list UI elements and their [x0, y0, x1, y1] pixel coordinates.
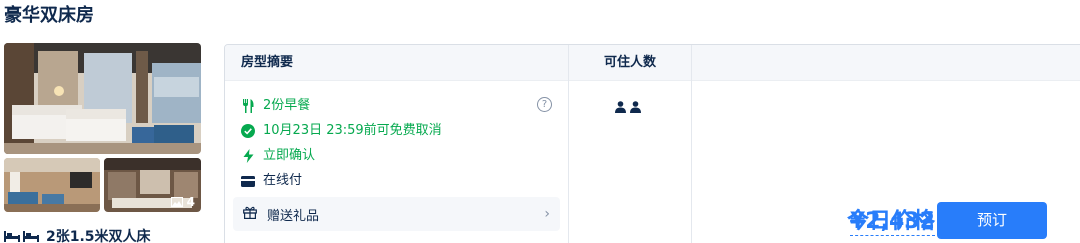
bed-icon	[4, 231, 39, 242]
photo-count: 4	[170, 195, 195, 209]
header-room-summary: 房型摘要	[241, 55, 294, 70]
feature-text: 2份早餐	[263, 98, 311, 113]
feature-text: 10月23日 23:59前可免费取消	[263, 123, 442, 138]
guest-capacity	[615, 101, 641, 113]
person-icon	[630, 101, 641, 113]
gift-icon	[243, 206, 257, 223]
room-title: 豪华双床房	[4, 5, 94, 26]
rate-table: 房型摘要 可住人数 今日价格 2份早餐 10月23日 23:59前可免费取消 立…	[224, 44, 1080, 243]
room-main-photo[interactable]	[4, 43, 201, 154]
bed-info: 2张1.5米双人床	[4, 226, 151, 243]
feature-pay-online: 在线付	[241, 172, 302, 190]
gift-label: 赠送礼品	[267, 208, 320, 224]
room-card: 豪华双床房 4 2张1.5米双人床 房型摘要 可住人数 今日价格 2份早餐 10…	[0, 0, 1080, 243]
credit-card-icon	[241, 174, 255, 188]
feature-instant-confirm: 立即确认	[241, 147, 315, 165]
column-divider	[691, 45, 692, 243]
check-circle-icon	[241, 124, 255, 138]
image-icon	[170, 197, 183, 207]
room-thumbnail-1[interactable]	[4, 158, 100, 212]
room-price[interactable]: ¥2,432	[850, 209, 935, 236]
bed-description: 2张1.5米双人床	[46, 229, 151, 243]
help-icon[interactable]: ?	[537, 97, 552, 112]
column-divider	[568, 45, 569, 243]
table-header: 房型摘要 可住人数 今日价格	[225, 45, 1080, 234]
person-icon	[615, 101, 626, 113]
gift-row[interactable]: 赠送礼品 ›	[233, 197, 560, 231]
photo-count-value: 4	[186, 195, 195, 209]
feature-breakfast: 2份早餐	[241, 97, 310, 115]
thumbnail-image	[4, 158, 100, 212]
room-photo-image	[4, 43, 201, 154]
feature-text: 在线付	[263, 173, 303, 188]
feature-text: 立即确认	[263, 148, 316, 163]
feature-free-cancellation: 10月23日 23:59前可免费取消	[241, 122, 442, 140]
lightning-icon	[241, 149, 255, 163]
chevron-right-icon: ›	[544, 206, 550, 222]
book-button[interactable]: 预订	[937, 202, 1047, 239]
header-occupancy: 可住人数	[603, 55, 656, 70]
utensils-icon	[241, 99, 255, 113]
room-thumbnail-2[interactable]: 4	[104, 158, 201, 212]
